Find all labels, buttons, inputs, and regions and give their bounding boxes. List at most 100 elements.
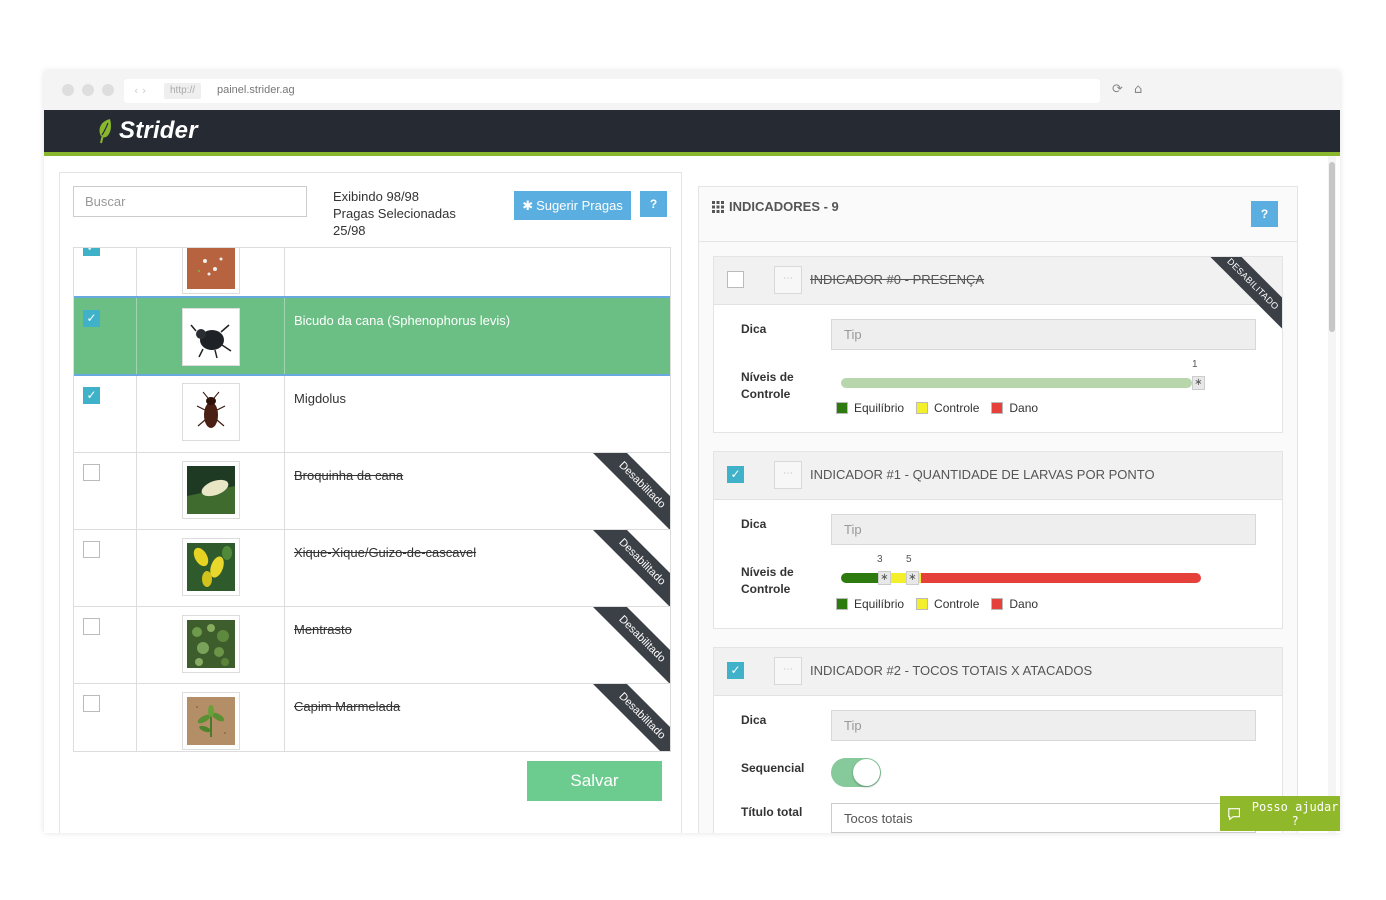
- legend-label: Equilíbrio: [854, 401, 905, 415]
- save-button[interactable]: Salvar: [527, 761, 662, 801]
- pest-checkbox[interactable]: [83, 618, 100, 635]
- window-minimize-dot[interactable]: [82, 84, 94, 96]
- pest-checkbox[interactable]: ✓: [83, 387, 100, 404]
- drag-handle-icon[interactable]: ⋯: [774, 657, 802, 685]
- selected-label: Pragas Selecionadas: [333, 206, 456, 221]
- pest-checkbox[interactable]: [83, 541, 100, 558]
- levels-label: Níveis de Controle: [741, 370, 794, 401]
- dano-swatch: [991, 402, 1004, 414]
- dano-segment: [921, 573, 1201, 583]
- legend-label: Controle: [934, 597, 980, 611]
- back-forward-icon[interactable]: ‹ ›: [134, 84, 146, 97]
- reload-icon[interactable]: ⟳: [1112, 82, 1123, 97]
- pest-list: ✓ ✓ Bicudo da cana (Sphenophorus levis): [73, 247, 671, 752]
- list-item[interactable]: ✓ Migdolus: [74, 376, 670, 453]
- showing-count: Exibindo 98/98: [333, 189, 420, 204]
- help-chat-label: Posso ajudar ?: [1251, 799, 1339, 828]
- threshold-handle[interactable]: ∗: [1192, 376, 1205, 390]
- pest-checkbox[interactable]: [83, 464, 100, 481]
- legend-label: Dano: [1009, 597, 1039, 611]
- url-text[interactable]: painel.strider.ag: [217, 84, 295, 96]
- total-title-input[interactable]: [831, 803, 1256, 833]
- leaf-icon: [99, 119, 111, 144]
- browser-window: ‹ › http:// painel.strider.ag ⟳ ⌂ Stride…: [44, 71, 1340, 833]
- control-level-bar: [841, 378, 1192, 388]
- dica-label: Dica: [741, 322, 767, 336]
- selected-count: 25/98: [333, 223, 366, 238]
- list-item[interactable]: Xique-Xique/Guizo-de-cascavel Desabilita…: [74, 530, 670, 607]
- protocol-label: http://: [164, 83, 202, 99]
- grid-icon: [712, 200, 724, 213]
- levels-label: Níveis de Controle: [741, 565, 794, 596]
- indicator-card-header: ✓ ⋯ INDICADOR #1 - QUANTIDADE DE LARVAS …: [714, 452, 1282, 500]
- suggest-pests-label: Sugerir Pragas: [536, 198, 623, 213]
- drag-handle-icon[interactable]: ⋯: [774, 461, 802, 489]
- list-item[interactable]: ✓: [74, 248, 670, 297]
- pest-thumbnail: [182, 383, 240, 441]
- window-maximize-dot[interactable]: [102, 84, 114, 96]
- indicator-card: ⋯ INDICADOR #0 - PRESENÇA DESABILITADO D…: [713, 256, 1283, 433]
- main-content: Exibindo 98/98 Pragas Selecionadas 25/98…: [44, 156, 1340, 833]
- chat-icon: [1228, 807, 1241, 820]
- window-close-dot[interactable]: [62, 84, 74, 96]
- total-title-label: Título total: [741, 805, 803, 819]
- pest-name: Bicudo da cana (Sphenophorus levis): [294, 313, 511, 328]
- dano-swatch: [991, 598, 1004, 610]
- equilibrio-swatch: [836, 402, 848, 414]
- indicators-help-button[interactable]: ?: [1251, 201, 1278, 227]
- disabled-badge: Desabilitado: [591, 530, 670, 606]
- indicator-card: ✓ ⋯ INDICADOR #1 - QUANTIDADE DE LARVAS …: [713, 451, 1283, 629]
- level-legend: Equilíbrio Controle Dano: [836, 401, 1045, 415]
- indicator-card: ✓ ⋯ INDICADOR #2 - TOCOS TOTAIS X ATACAD…: [713, 647, 1283, 833]
- legend-label: Equilíbrio: [854, 597, 905, 611]
- list-item[interactable]: ✓ Bicudo da cana (Sphenophorus levis): [74, 296, 670, 376]
- strider-logo[interactable]: Strider: [96, 117, 198, 145]
- pest-thumbnail: [182, 692, 240, 750]
- tip-input[interactable]: [831, 514, 1256, 545]
- app-header: Strider: [44, 110, 1340, 156]
- browser-toolbar: ‹ › http:// painel.strider.ag ⟳ ⌂: [44, 71, 1340, 110]
- list-item[interactable]: Capim Marmelada Desabilitado: [74, 684, 670, 751]
- indicator-checkbox[interactable]: ✓: [727, 466, 744, 483]
- list-item[interactable]: Mentrasto Desabilitado: [74, 607, 670, 684]
- pest-thumbnail: [182, 538, 240, 596]
- tip-input[interactable]: [831, 319, 1256, 350]
- pest-thumbnail: [182, 308, 240, 366]
- disabled-badge: Desabilitado: [591, 607, 670, 683]
- pest-checkbox[interactable]: ✓: [83, 248, 100, 256]
- pest-name: Migdolus: [294, 391, 347, 406]
- pest-counts: Exibindo 98/98 Pragas Selecionadas 25/98: [333, 188, 456, 239]
- sequential-toggle[interactable]: [831, 758, 881, 787]
- threshold-handle[interactable]: ∗: [906, 571, 919, 585]
- help-chat-button[interactable]: Posso ajudar ?: [1220, 796, 1340, 831]
- threshold-handle[interactable]: ∗: [878, 571, 891, 585]
- dica-label: Dica: [741, 713, 767, 727]
- indicator-title: INDICADOR #1 - QUANTIDADE DE LARVAS POR …: [810, 467, 1155, 482]
- pest-thumbnail: [182, 461, 240, 519]
- search-input[interactable]: [73, 186, 307, 217]
- page-scrollbar[interactable]: [1328, 156, 1336, 833]
- indicator-title: INDICADOR #2 - TOCOS TOTAIS X ATACADOS: [810, 663, 1093, 678]
- pest-checkbox[interactable]: [83, 695, 100, 712]
- bug-icon: ✱: [522, 197, 534, 213]
- pests-help-button[interactable]: ?: [640, 191, 667, 217]
- home-icon[interactable]: ⌂: [1134, 82, 1142, 97]
- indicator-title: INDICADOR #0 - PRESENÇA: [810, 272, 985, 287]
- pest-checkbox[interactable]: ✓: [83, 310, 100, 327]
- indicators-panel: INDICADORES - 9 ? ⋯ INDICADOR #0 - PRESE…: [698, 186, 1298, 833]
- brand-name: Strider: [119, 117, 198, 144]
- pest-name: Mentrasto: [294, 622, 352, 637]
- scrollbar-thumb[interactable]: [1329, 162, 1335, 332]
- threshold-value: 3: [877, 554, 883, 565]
- suggest-pests-button[interactable]: ✱ Sugerir Pragas: [514, 191, 631, 220]
- equilibrio-swatch: [836, 598, 848, 610]
- list-item[interactable]: Broquinha da cana Desabilitado: [74, 453, 670, 530]
- indicator-checkbox[interactable]: ✓: [727, 662, 744, 679]
- controle-swatch: [916, 598, 929, 610]
- tip-input[interactable]: [831, 710, 1256, 741]
- drag-handle-icon[interactable]: ⋯: [774, 266, 802, 294]
- legend-label: Controle: [934, 401, 980, 415]
- indicator-checkbox[interactable]: [727, 271, 744, 288]
- disabled-badge: Desabilitado: [591, 684, 670, 751]
- level-legend: Equilíbrio Controle Dano: [836, 597, 1045, 611]
